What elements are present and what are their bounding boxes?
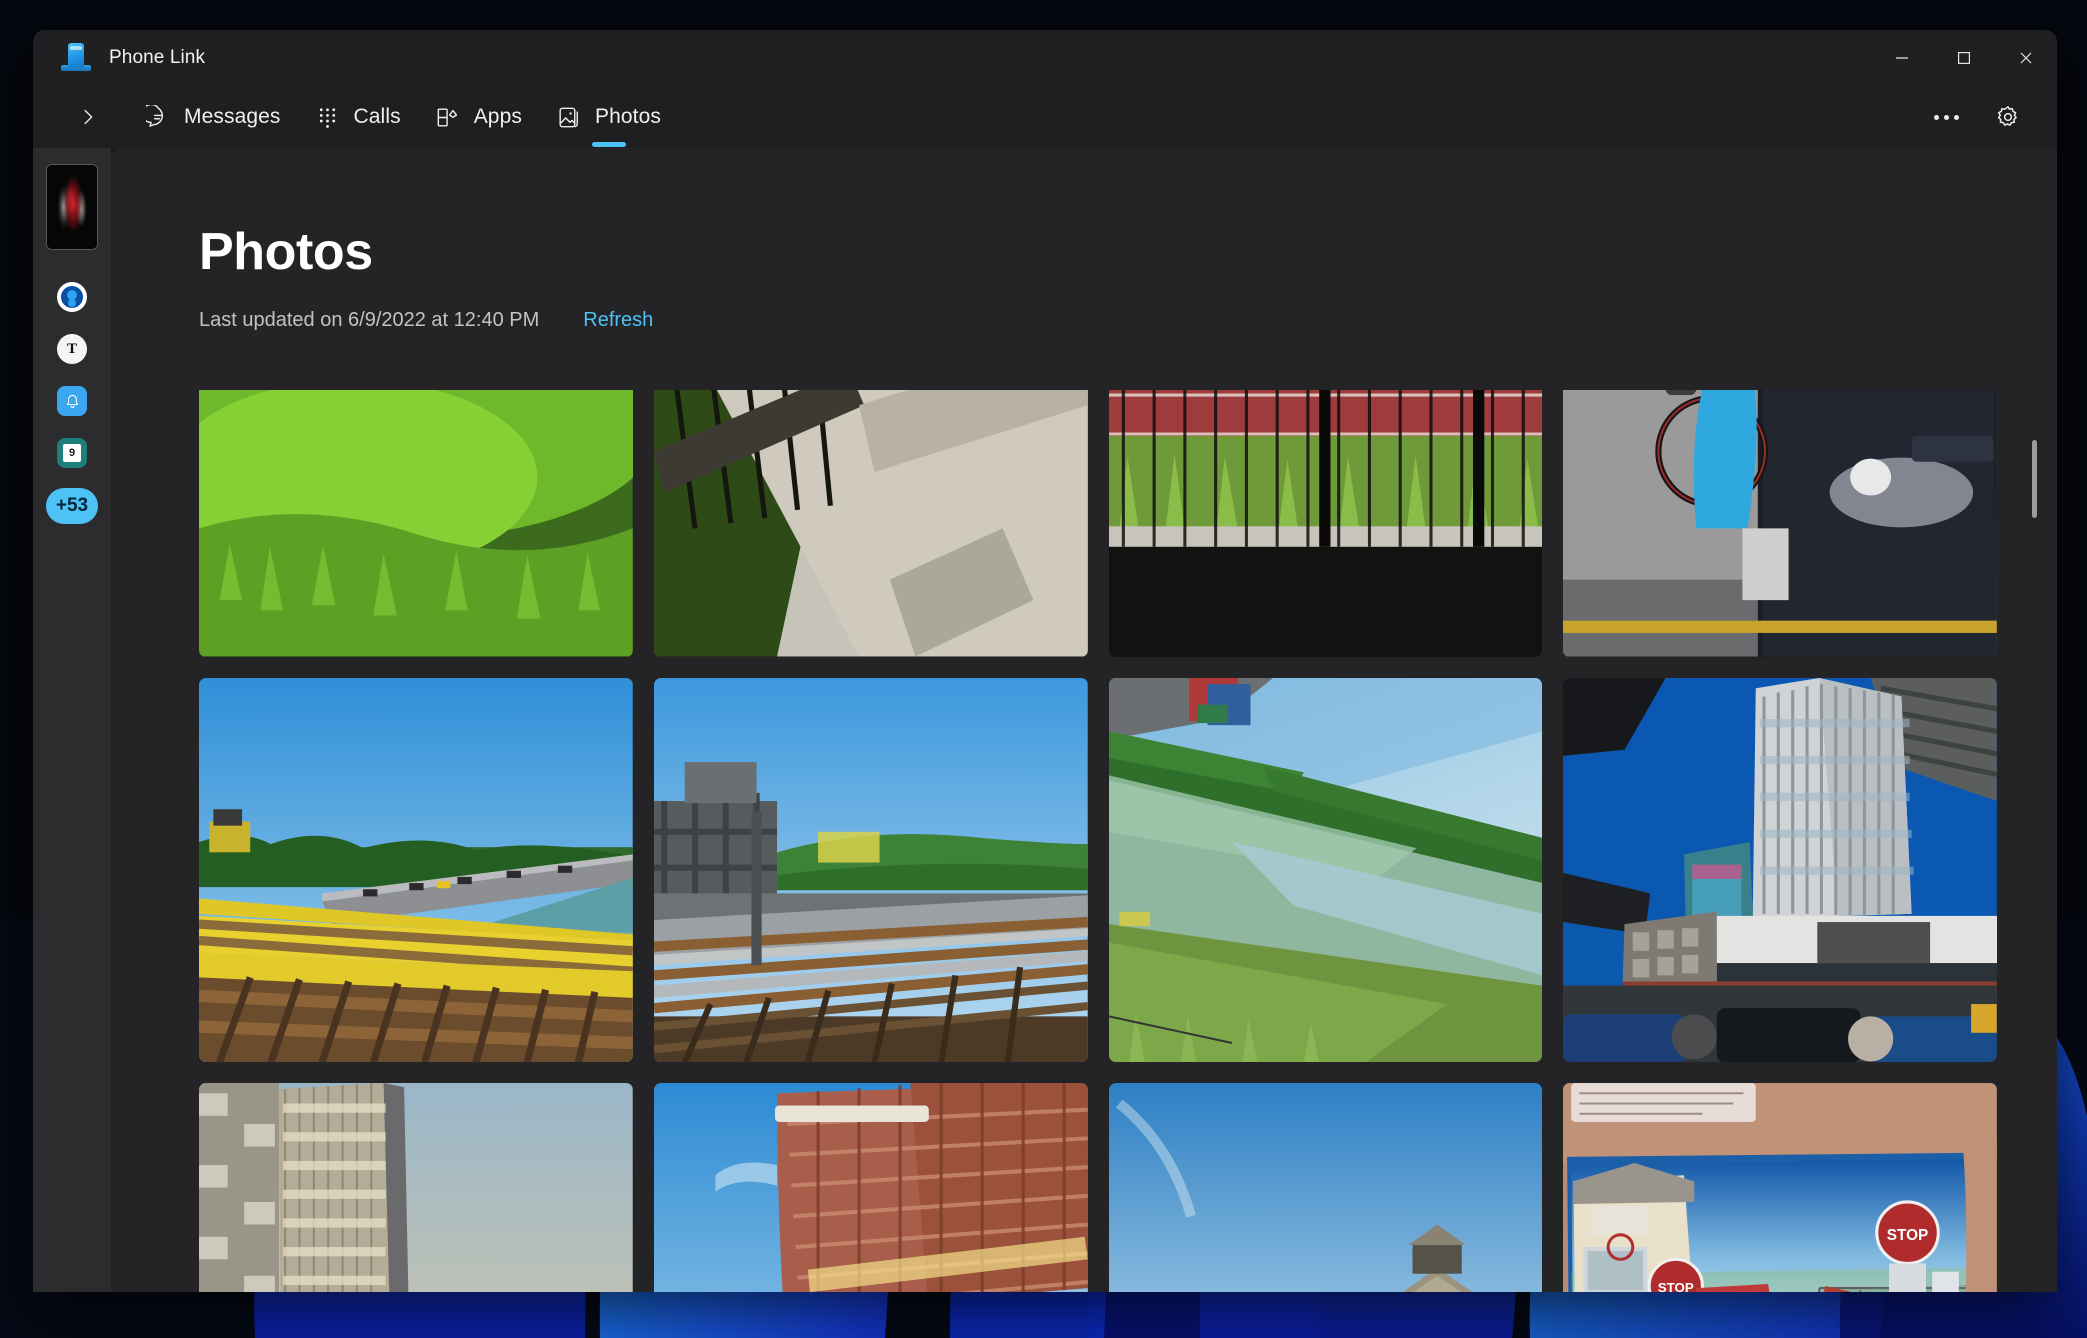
tab-list: Messages Calls Apps Photos <box>133 93 675 147</box>
photo-thumbnail[interactable] <box>1108 1083 1543 1292</box>
close-button[interactable] <box>1995 30 2057 86</box>
phone-link-window: Phone Link Messages Calls Apps Photos T … <box>33 30 2057 1292</box>
chevron-right-icon[interactable] <box>65 94 111 140</box>
photos-icon <box>556 104 582 130</box>
messages-icon <box>145 104 171 130</box>
photo-thumbnail[interactable] <box>653 1083 1088 1292</box>
photo-thumbnail[interactable]: STOP STOP <box>1563 1083 1997 1292</box>
more-options-icon[interactable] <box>1923 94 1969 140</box>
refresh-link[interactable]: Refresh <box>583 309 653 332</box>
tab-calls[interactable]: Calls <box>303 93 415 141</box>
scrollbar-thumb[interactable] <box>2032 440 2037 518</box>
phone-screen-mirror[interactable] <box>46 164 98 250</box>
navigation-bar: Messages Calls Apps Photos <box>33 86 2057 148</box>
last-updated-text: Last updated on 6/9/2022 at 12:40 PM <box>199 309 540 331</box>
photo-thumbnail[interactable] <box>653 677 1088 1063</box>
svg-text:STOP: STOP <box>1887 1227 1929 1244</box>
calendar-icon: 9 <box>57 438 87 468</box>
nyt-icon: T <box>57 334 87 364</box>
photo-thumbnail[interactable] <box>199 677 633 1063</box>
bell-icon <box>57 386 87 416</box>
window-body: T 9 +53 Photos Last updated on 6/9/2022 … <box>33 148 2057 1292</box>
photos-pane: Photos Last updated on 6/9/2022 at 12:40… <box>111 148 2057 1292</box>
photo-thumbnail[interactable] <box>1563 677 1997 1063</box>
photo-grid-viewport: STOP STOP <box>199 390 1997 1292</box>
settings-gear-icon[interactable] <box>1985 94 2031 140</box>
photo-thumbnail[interactable] <box>1108 677 1543 1063</box>
tab-messages[interactable]: Messages <box>133 93 295 141</box>
dialpad-icon <box>315 104 341 130</box>
authenticator-icon <box>57 282 87 312</box>
page-title: Photos <box>199 223 373 281</box>
title-bar[interactable]: Phone Link <box>33 30 2057 86</box>
tab-messages-label: Messages <box>184 105 281 128</box>
sidebar-item-nyt[interactable]: T <box>55 332 89 366</box>
sidebar-more-apps-badge[interactable]: +53 <box>46 488 98 524</box>
sidebar-app-list: T 9 <box>55 280 89 470</box>
photo-grid: STOP STOP <box>199 390 1997 1292</box>
photo-thumbnail[interactable] <box>199 390 633 657</box>
photo-thumbnail[interactable] <box>199 1083 633 1292</box>
desktop: Phone Link Messages Calls Apps Photos T … <box>0 0 2087 1338</box>
photo-thumbnail[interactable] <box>1563 390 1997 657</box>
photo-grid-scrollbar[interactable] <box>2029 398 2039 1282</box>
window-controls <box>1871 30 2057 86</box>
tab-apps-label: Apps <box>473 105 522 128</box>
photo-thumbnail[interactable] <box>1108 390 1543 657</box>
status-row: Last updated on 6/9/2022 at 12:40 PM Ref… <box>199 309 1997 332</box>
device-sidebar: T 9 +53 <box>33 148 111 1292</box>
svg-text:STOP: STOP <box>1658 1280 1694 1292</box>
calendar-day: 9 <box>63 444 81 462</box>
sidebar-item-authenticator[interactable] <box>55 280 89 314</box>
sidebar-item-calendar[interactable]: 9 <box>55 436 89 470</box>
app-title: Phone Link <box>109 47 206 68</box>
phone-link-icon <box>61 43 91 73</box>
tab-apps[interactable]: Apps <box>423 93 536 141</box>
nav-right-actions <box>1923 94 2031 140</box>
tab-photos[interactable]: Photos <box>544 93 675 147</box>
sidebar-item-notifications[interactable] <box>55 384 89 418</box>
tab-photos-label: Photos <box>594 105 661 128</box>
tab-calls-label: Calls <box>353 105 401 128</box>
minimize-button[interactable] <box>1871 30 1933 86</box>
maximize-button[interactable] <box>1933 30 1995 86</box>
tab-active-indicator <box>592 142 627 147</box>
photo-thumbnail[interactable] <box>653 390 1088 657</box>
apps-icon <box>435 104 461 130</box>
